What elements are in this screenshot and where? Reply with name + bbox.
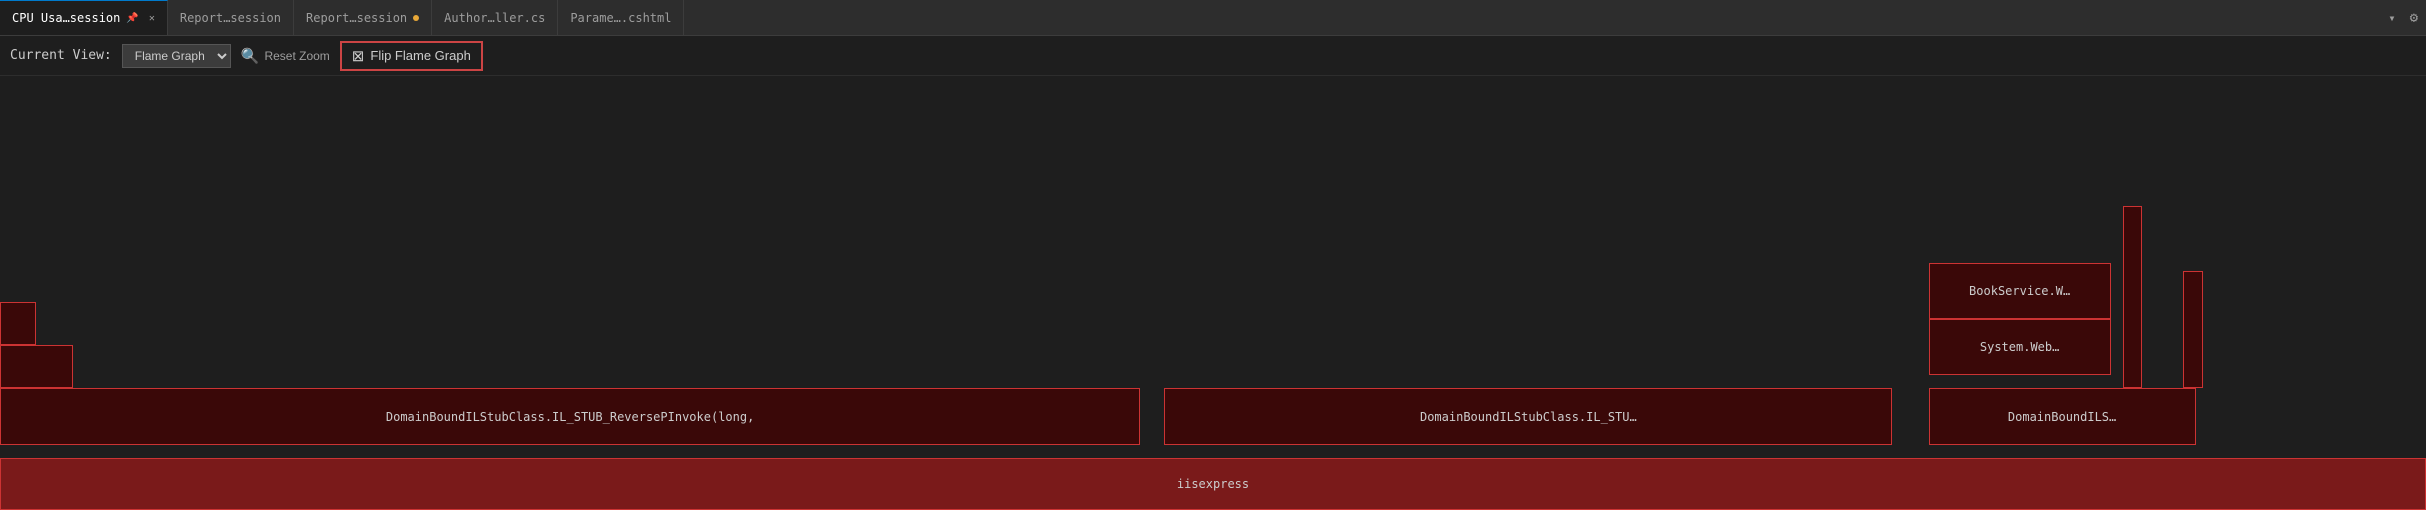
- tab-cpu-session[interactable]: CPU Usa…session 📌 ✕: [0, 0, 168, 35]
- tab-label: CPU Usa…session: [12, 11, 120, 25]
- block-tall1[interactable]: [2123, 206, 2142, 388]
- block-domain3[interactable]: DomainBoundILS…: [1929, 388, 2196, 444]
- tab-report-session-1[interactable]: Report…session: [168, 0, 294, 35]
- pin-icon[interactable]: 📌: [126, 13, 138, 24]
- block-domain1[interactable]: DomainBoundILStubClass.IL_STUB_ReversePI…: [0, 388, 1140, 444]
- reset-zoom-button[interactable]: 🔍 Reset Zoom: [241, 47, 330, 65]
- tab-parameters-cshtml[interactable]: Parame….cshtml: [558, 0, 684, 35]
- block-bookservice-label: BookService.W…: [1969, 284, 2070, 298]
- tab-label: Author…ller.cs: [444, 11, 545, 25]
- current-view-label: Current View:: [10, 48, 112, 63]
- settings-icon[interactable]: ⚙: [2410, 10, 2418, 26]
- flip-label: Flip Flame Graph: [370, 48, 470, 63]
- tab-label: Report…session: [180, 11, 281, 25]
- block-domain3-label: DomainBoundILS…: [2008, 410, 2116, 424]
- block-iisexpress[interactable]: iisexpress: [0, 458, 2426, 510]
- reset-zoom-label: Reset Zoom: [264, 49, 329, 63]
- tab-bar-end: ▾ ⚙: [2382, 10, 2426, 26]
- flame-graph-area: iisexpress DomainBoundILStubClass.IL_STUB…: [0, 76, 2426, 510]
- tab-modified-dot: [413, 15, 419, 21]
- block-tall2[interactable]: [2183, 271, 2202, 388]
- tab-close-icon[interactable]: ✕: [149, 13, 155, 24]
- tab-label: Report…session: [306, 11, 407, 25]
- flip-flame-graph-button[interactable]: ⊠ Flip Flame Graph: [340, 41, 483, 71]
- block-systemweb[interactable]: System.Web…: [1929, 319, 2111, 375]
- tab-label: Parame….cshtml: [570, 11, 671, 25]
- block-domain2-label: DomainBoundILStubClass.IL_STU…: [1420, 410, 1637, 424]
- toolbar: Current View: Flame Graph Call Tree Modu…: [0, 36, 2426, 76]
- magnify-icon: 🔍: [241, 47, 260, 65]
- tab-overflow-button[interactable]: ▾: [2382, 11, 2401, 25]
- tab-author-controller[interactable]: Author…ller.cs: [432, 0, 558, 35]
- tab-report-session-2[interactable]: Report…session: [294, 0, 432, 35]
- view-select[interactable]: Flame Graph Call Tree Modules: [122, 44, 231, 68]
- block-iisexpress-label: iisexpress: [1177, 477, 1249, 491]
- block-domain2[interactable]: DomainBoundILStubClass.IL_STU…: [1164, 388, 1892, 444]
- block-bookservice[interactable]: BookService.W…: [1929, 263, 2111, 319]
- block-systemweb-label: System.Web…: [1980, 340, 2059, 354]
- block-domain1-label: DomainBoundILStubClass.IL_STUB_ReversePI…: [386, 410, 754, 424]
- flip-icon: ⊠: [352, 47, 365, 65]
- tab-bar: CPU Usa…session 📌 ✕ Report…session Repor…: [0, 0, 2426, 36]
- block-small2[interactable]: [0, 302, 36, 345]
- block-small1[interactable]: [0, 345, 73, 388]
